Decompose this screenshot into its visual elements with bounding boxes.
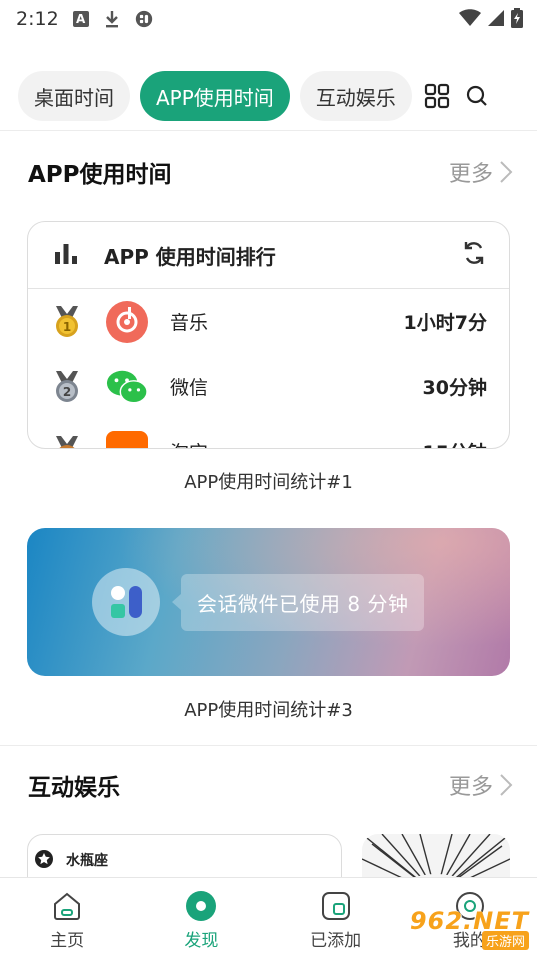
app-name: 微信 [170,377,209,399]
ranking-row[interactable]: 2 微信 30分钟 [28,354,509,419]
music-app-icon [106,300,148,343]
chevron-right-icon [500,774,513,796]
nav-added[interactable]: 已添加 [269,878,403,956]
app-notification-icon [135,10,153,28]
bar-chart-icon [54,242,78,268]
app-usage-time: 15分钟 [423,438,487,448]
silver-medal-icon: 2 [52,370,82,404]
more-link[interactable]: 更多 [449,156,513,188]
wifi-icon [459,9,481,31]
ranking-card-header: APP 使用时间排行 [28,222,509,289]
signal-icon [487,9,505,31]
section-divider [0,745,537,746]
gold-medal-icon: 1 [52,305,82,339]
status-bar: 2:12 A [0,0,537,38]
widget-caption-3: APP使用时间统计#3 [184,700,353,721]
ranking-title: APP 使用时间排行 [104,244,276,269]
nav-label: 主页 [50,931,85,951]
nav-label: 发现 [184,931,219,951]
medal-rank-number: 1 [63,320,71,334]
grid-icon[interactable] [422,81,452,111]
added-icon [320,890,352,922]
chevron-right-icon [500,161,513,183]
app-usage-section-header: APP使用时间 更多 [28,152,513,192]
category-tabs: 桌面时间 APP使用时间 互动娱乐 [18,70,537,122]
tab-desktop-time[interactable]: 桌面时间 [18,71,130,121]
ranking-row[interactable]: 3 淘宝 15分钟 [28,419,509,448]
app-name: 淘宝 [170,438,423,448]
tab-app-usage-time[interactable]: APP使用时间 [140,71,290,121]
more-label: 更多 [448,162,493,187]
app-logo-icon [92,568,160,636]
taobao-app-icon [106,430,148,448]
nav-home[interactable]: 主页 [0,878,134,956]
app-name: 音乐 [170,312,209,334]
widget-caption-1: APP使用时间统计#1 [184,472,353,493]
refresh-icon[interactable] [461,240,487,270]
app-usage-time: 1小时7分 [403,312,487,334]
nav-discover[interactable]: 发现 [134,878,268,956]
status-time: 2:12 [16,8,59,30]
app-usage-time: 30分钟 [422,377,487,399]
tabs-divider [0,130,537,131]
tab-interactive-fun[interactable]: 互动娱乐 [299,71,412,121]
zodiac-label: 水瓶座 [66,853,108,869]
discover-icon [185,890,217,922]
status-right-icons [459,8,523,32]
home-icon [51,890,83,922]
ranking-row[interactable]: 1 音乐 1小时7分 [28,289,509,354]
search-icon[interactable] [462,81,492,111]
section-title: 互动娱乐 [28,775,120,801]
watermark-site-name: 乐游网 [481,930,529,950]
usage-message-bubble: 会话微件已使用 8 分钟 [171,574,425,631]
usage-session-widget[interactable]: 会话微件已使用 8 分钟 [27,528,510,676]
a-notification-icon: A [72,11,89,27]
site-watermark: 962.NET 乐游网 [399,905,529,951]
battery-icon [511,8,523,32]
star-icon [34,849,54,873]
more-label: 更多 [448,775,493,800]
wechat-app-icon [106,366,148,408]
section-title: APP使用时间 [28,162,172,188]
fun-section-header: 互动娱乐 更多 [28,765,513,805]
bronze-medal-icon: 3 [52,435,82,448]
download-icon [103,10,121,28]
app-usage-ranking-card[interactable]: APP 使用时间排行 1 音乐 1小时7分 2 微信 30分钟 3 淘宝 15分… [27,221,510,449]
medal-rank-number: 2 [63,385,71,399]
nav-label: 已添加 [310,931,362,951]
more-link[interactable]: 更多 [449,769,513,801]
